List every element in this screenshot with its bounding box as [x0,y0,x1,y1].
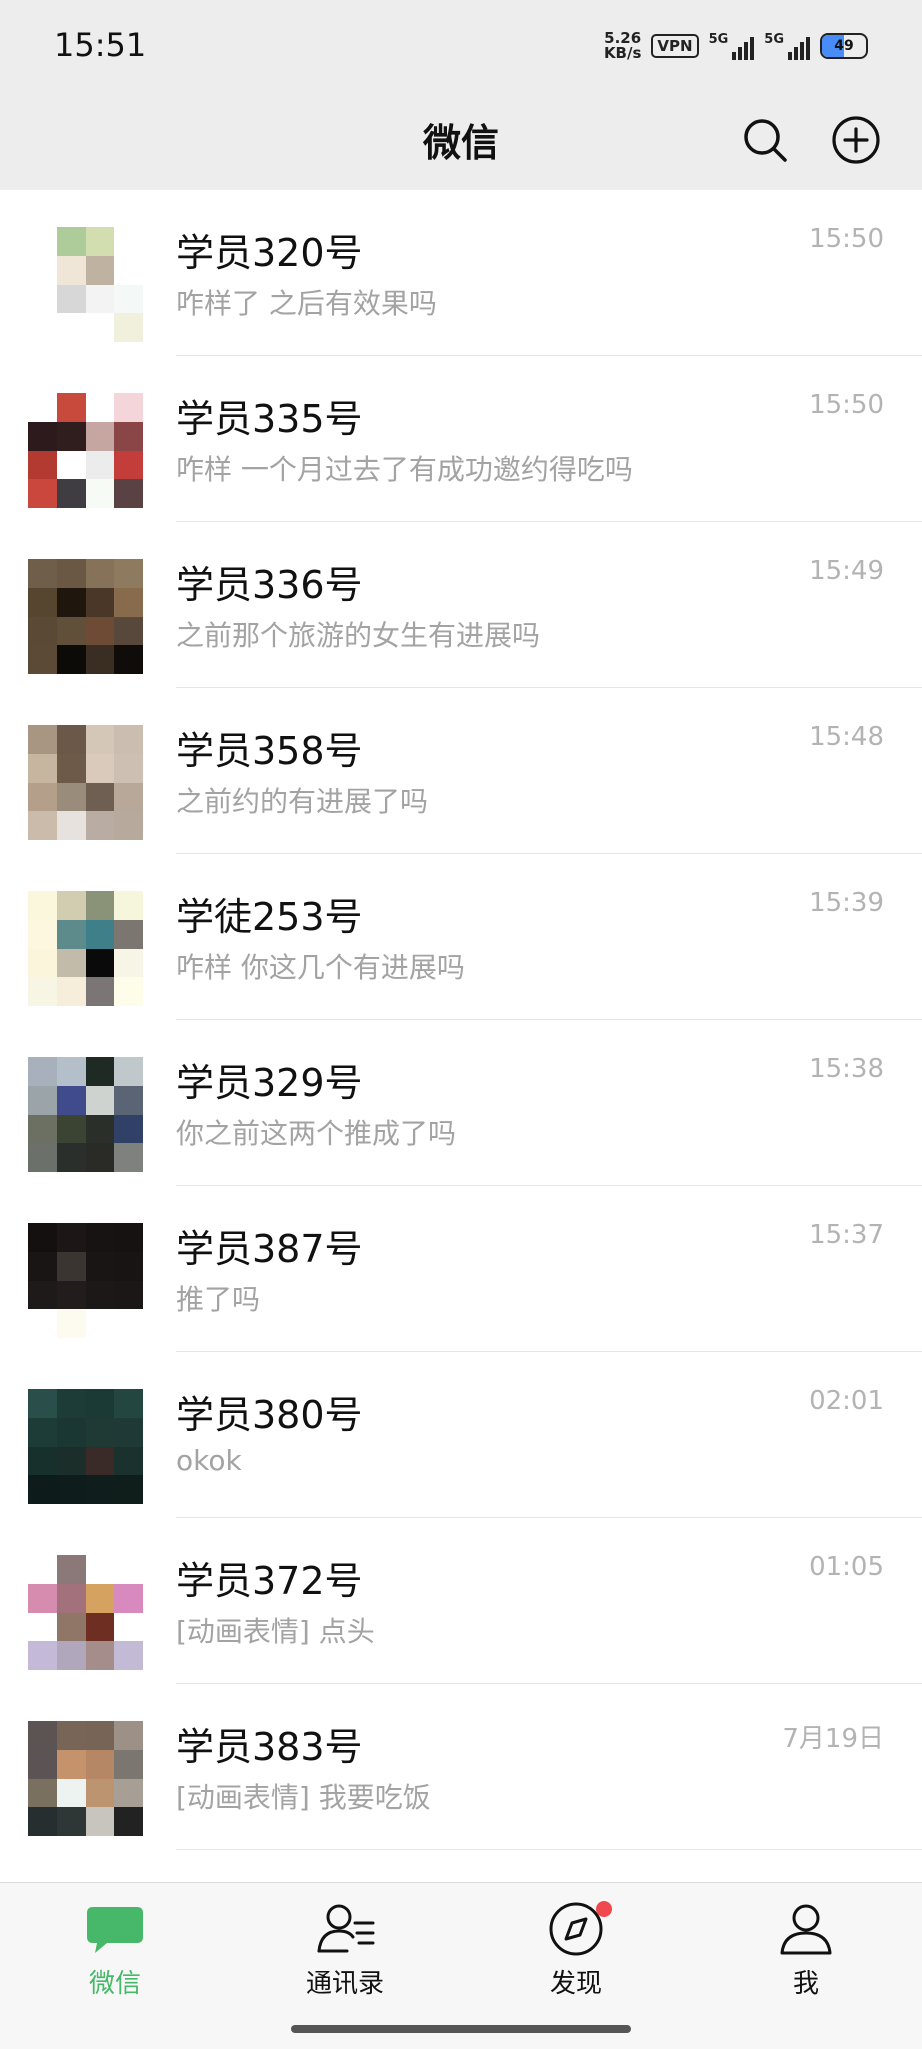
person-icon [780,1904,832,1955]
home-indicator[interactable] [291,2025,631,2033]
plus-circle-icon [832,116,880,164]
chat-last-message: 咋样 一个月过去了有成功邀约得吃吗 [176,453,633,486]
chat-last-message: [动画表情] 点头 [176,1615,375,1648]
chat-list-item[interactable]: 学员372号 [动画表情] 点头 01:05 [0,1518,922,1684]
add-button[interactable] [828,112,884,168]
signal-icon: 5G [709,32,755,60]
tab-label: 微信 [88,1969,141,1999]
chat-last-message: 你之前这两个推成了吗 [176,1117,457,1150]
chat-list-item[interactable]: 学员380号 okok 02:01 [0,1352,922,1518]
chat-name: 学员336号 [176,563,363,607]
avatar [28,1057,143,1172]
search-icon [744,119,787,162]
chat-timestamp: 15:48 [809,722,884,752]
chat-list-item[interactable]: 学徒253号咋样 你这几个有进展吗 15:39 [0,854,922,1020]
avatar [28,559,143,674]
chat-name: 学员387号 [176,1227,363,1271]
chat-last-message: 咋样了 之后有效果吗 [176,287,437,320]
chat-bubble-icon [87,1907,143,1953]
chat-name: 学员320号 [176,231,363,275]
chat-name: 学员372号 [176,1559,363,1603]
tab-bar: 微信 通讯录 发现 我 [0,1882,922,2049]
chat-list-item[interactable]: 学员383号 [动画表情] 我要吃饭 7月19日 [0,1684,922,1850]
chat-last-message: okok [176,1444,242,1477]
chat-name: 学徒253号 [176,895,363,939]
chat-list-item[interactable]: 学员336号之前那个旅游的女生有进展吗 15:49 [0,522,922,688]
avatar [28,393,143,508]
chat-timestamp: 15:39 [809,888,884,918]
chat-timestamp: 15:50 [809,224,884,254]
chat-timestamp: 15:49 [809,556,884,586]
chat-list-item[interactable]: 学员329号你之前这两个推成了吗 15:38 [0,1020,922,1186]
avatar [28,725,143,840]
chat-last-message: [动画表情] 我要吃饭 [176,1781,431,1814]
status-bar: 15:51 5.26 KB/s VPN 5G 5G 49 [0,0,922,90]
avatar [28,1721,143,1836]
tab-contacts[interactable]: 通讯录 [275,1901,415,2011]
network-speed-unit: KB/s [603,44,642,62]
chat-list-item[interactable]: 学员320号咋样了 之后有效果吗 15:50 [0,190,922,356]
chat-list-item[interactable]: 学员358号之前约的有进展了吗 15:48 [0,688,922,854]
chat-timestamp: 7月19日 [782,1724,884,1754]
signal-icon-2: 5G [764,32,810,60]
status-time: 15:51 [54,26,147,64]
chat-timestamp: 15:38 [809,1054,884,1084]
chat-name: 学员329号 [176,1061,363,1105]
chat-list-item[interactable]: 学员387号推了吗 15:37 [0,1186,922,1352]
tab-chats[interactable]: 微信 [45,1901,185,2011]
chat-last-message: 咋样 你这几个有进展吗 [176,951,465,984]
app-header: 微信 [0,90,922,190]
chat-timestamp: 15:37 [809,1220,884,1250]
avatar [28,227,143,342]
chat-list: 学员320号 咋样了 之后有效果吗 15:50 学员335号 咋样 一个月过去了有成功邀… [0,190,922,1850]
chat-last-message: 之前那个旅游的女生有进展吗 [176,619,541,652]
chat-timestamp: 02:01 [809,1386,884,1416]
chat-name: 学员358号 [176,729,363,773]
divider [176,1849,922,1850]
chat-last-message: 推了吗 [176,1283,261,1316]
tab-label: 发现 [549,1969,602,1999]
contacts-icon [317,1904,375,1953]
avatar [28,891,143,1006]
signal-2-label: 5G [764,32,784,47]
battery-icon: 49 [820,33,868,59]
avatar [28,1223,143,1338]
chat-last-message: 之前约的有进展了吗 [176,785,429,818]
tab-discover[interactable]: 发现 [506,1901,646,2011]
chat-name: 学员335号 [176,397,363,441]
search-button[interactable] [737,112,793,168]
tab-me[interactable]: 我 [736,1901,876,2011]
chat-name: 学员383号 [176,1725,363,1769]
vpn-badge: VPN [651,34,699,58]
signal-1-label: 5G [708,32,729,47]
battery-level: 49 [834,38,854,54]
chat-name: 学员380号 [176,1393,363,1437]
chat-timestamp: 01:05 [809,1552,884,1582]
chat-list-item[interactable]: 学员335号咋样 一个月过去了有成功邀约得吃吗 15:50 [0,356,922,522]
status-indicators: 5.26 KB/s VPN 5G 5G 49 [604,28,868,64]
avatar [28,1389,143,1504]
network-speed: 5.26 KB/s [604,31,641,61]
avatar [28,1555,143,1670]
tab-label: 我 [792,1969,819,1999]
chat-timestamp: 15:50 [809,390,884,420]
tab-label: 通讯录 [305,1969,384,1999]
notification-dot [596,1901,612,1917]
